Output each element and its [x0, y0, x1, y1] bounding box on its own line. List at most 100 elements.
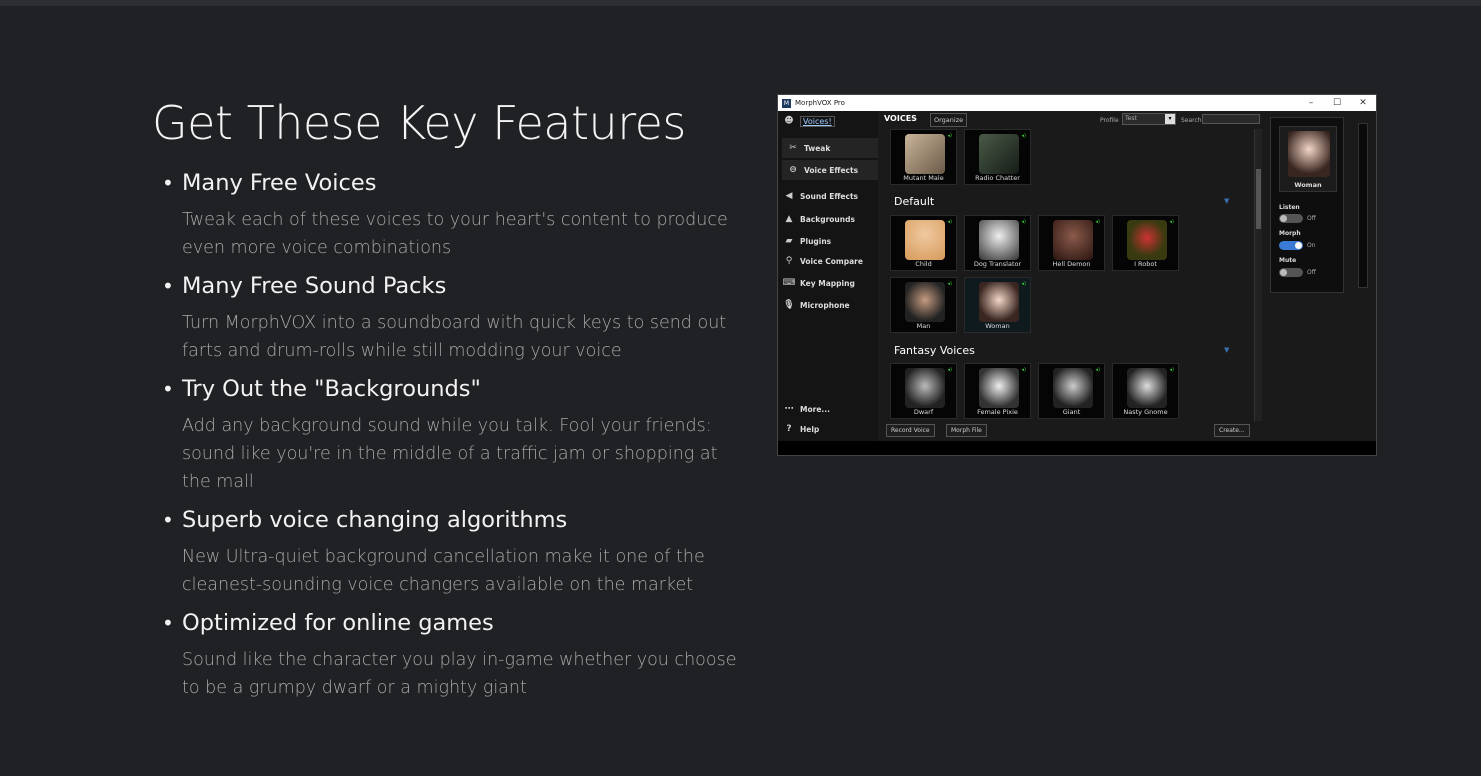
morph-file-button[interactable]: Morph File: [946, 424, 987, 437]
sidebar-item-label: Key Mapping: [800, 278, 855, 288]
signal-icon: ◂): [947, 281, 952, 287]
sidebar-item-voice-compare[interactable]: ⚲ Voice Compare: [778, 251, 863, 271]
minimize-icon[interactable]: –: [1298, 98, 1324, 108]
voice-tile[interactable]: ◂) I Robot: [1112, 215, 1179, 271]
signal-icon: ◂): [1021, 281, 1026, 287]
signal-icon: ◂): [1095, 367, 1100, 373]
microphone-icon: 🎙: [783, 300, 795, 310]
organize-button[interactable]: Organize: [930, 113, 968, 127]
feature-title: Many Free Sound Packs: [182, 271, 762, 301]
mute-toggle[interactable]: [1279, 268, 1303, 277]
listen-toggle[interactable]: [1279, 214, 1303, 223]
sidebar-item-microphone[interactable]: 🎙 Microphone: [778, 295, 850, 315]
scrollbar-thumb[interactable]: [1256, 169, 1261, 229]
voice-tile[interactable]: ◂) Hell Demon: [1038, 215, 1105, 271]
voice-name: Woman: [985, 322, 1010, 330]
voice-status-panel: Woman Listen Off Morph On Mute Off: [1270, 117, 1344, 293]
feature-item: Optimized for online games Sound like th…: [182, 608, 762, 702]
category-fantasy[interactable]: Fantasy Voices: [894, 344, 975, 357]
voice-avatar: [905, 282, 945, 322]
features-section: Get These Key Features Many Free Voices …: [152, 92, 762, 711]
voice-grid: ◂) Mutant Male ◂) Radio Chatter Default …: [884, 129, 1252, 421]
voice-name: Giant: [1062, 408, 1081, 416]
toggle-knob: [1280, 269, 1287, 276]
toggle-knob: [1295, 242, 1302, 249]
voice-tile[interactable]: ◂) Dog Translator: [964, 215, 1031, 271]
current-voice-name: Woman: [1294, 181, 1322, 189]
sidebar-item-voices[interactable]: ☻ Voices!: [778, 111, 835, 131]
signal-icon: ◂): [1021, 367, 1026, 373]
listen-state: Off: [1307, 215, 1316, 222]
voice-avatar: [1053, 368, 1093, 408]
voice-actions: Record Voice Morph File Create...: [884, 423, 1264, 439]
sidebar-item-label: Voice Compare: [800, 256, 863, 266]
sidebar-item-tweak[interactable]: ✂ Tweak: [782, 138, 878, 158]
more-icon: ⋯: [784, 404, 794, 414]
voice-name: Nasty Gnome: [1123, 408, 1168, 416]
chevron-down-icon[interactable]: ▼: [1224, 346, 1229, 354]
voice-avatar: [1053, 220, 1093, 260]
app-body: ☻ Voices! ✂ Tweak ⊖ Voice Effects ◀ Soun…: [778, 111, 1376, 441]
window-titlebar: M MorphVOX Pro – ☐ ✕: [778, 95, 1376, 111]
voice-tile[interactable]: ◂) Mutant Male: [890, 129, 957, 185]
feature-description: Sound like the character you play in-gam…: [182, 650, 737, 698]
sidebar-item-key-mapping[interactable]: ⌨ Key Mapping: [778, 273, 855, 293]
sidebar-item-label: Microphone: [800, 300, 850, 310]
keyboard-icon: ⌨: [782, 278, 796, 288]
signal-icon: ◂): [1169, 219, 1174, 225]
current-voice-card: Woman: [1279, 126, 1337, 192]
voice-avatar: [905, 220, 945, 260]
sidebar-item-label: Sound Effects: [800, 191, 858, 201]
voice-tile[interactable]: ◂) Giant: [1038, 363, 1105, 419]
voice-name: Radio Chatter: [975, 174, 1020, 182]
profile-select[interactable]: Test ▾: [1122, 113, 1176, 125]
feature-title: Many Free Voices: [182, 168, 762, 198]
signal-icon: ◂): [1169, 367, 1174, 373]
morph-toggle[interactable]: [1279, 241, 1303, 250]
voice-tile[interactable]: ◂) Dwarf: [890, 363, 957, 419]
mute-label: Mute: [1279, 257, 1297, 264]
mute-state: Off: [1307, 269, 1316, 276]
close-icon[interactable]: ✕: [1350, 98, 1376, 108]
voice-avatar: [1127, 220, 1167, 260]
voice-avatar: [1127, 368, 1167, 408]
voice-avatar: [905, 368, 945, 408]
create-button[interactable]: Create...: [1214, 424, 1250, 437]
feature-title: Superb voice changing algorithms: [182, 505, 762, 535]
feature-list: Many Free Voices Tweak each of these voi…: [152, 168, 762, 702]
sidebar-item-label: Plugins: [800, 236, 832, 246]
chevron-down-icon[interactable]: ▼: [1224, 197, 1229, 205]
maximize-icon[interactable]: ☐: [1324, 98, 1350, 108]
voice-avatar: [979, 134, 1019, 174]
search-input[interactable]: [1202, 114, 1260, 124]
plugin-icon: ▰: [785, 236, 793, 246]
voice-tile[interactable]: ◂) Nasty Gnome: [1112, 363, 1179, 419]
tools-icon: ✂: [789, 143, 797, 153]
sidebar-item-voice-effects[interactable]: ⊖ Voice Effects: [782, 160, 878, 180]
profile-label: Profile: [1100, 117, 1119, 124]
voice-tile[interactable]: ◂) Man: [890, 277, 957, 333]
category-default[interactable]: Default: [894, 195, 934, 208]
voices-panel: VOICES Organize Profile Test ▾ Search ◂)…: [880, 111, 1264, 441]
signal-icon: ◂): [947, 367, 952, 373]
sidebar: ☻ Voices! ✂ Tweak ⊖ Voice Effects ◀ Soun…: [778, 111, 878, 441]
volume-meter: [1358, 123, 1368, 288]
voice-tile[interactable]: ◂) Radio Chatter: [964, 129, 1031, 185]
sidebar-item-backgrounds[interactable]: ▲ Backgrounds: [778, 209, 855, 229]
sidebar-item-help[interactable]: ? Help: [778, 419, 819, 439]
voice-tile-selected[interactable]: ◂) Woman: [964, 277, 1031, 333]
voice-tile[interactable]: ◂) Child: [890, 215, 957, 271]
window-title: MorphVOX Pro: [795, 99, 845, 107]
voice-avatar: [979, 368, 1019, 408]
speaker-icon: ◀: [785, 191, 793, 201]
voice-tile[interactable]: ◂) Female Pixie: [964, 363, 1031, 419]
sidebar-item-sound-effects[interactable]: ◀ Sound Effects: [778, 186, 858, 206]
signal-icon: ◂): [947, 133, 952, 139]
voice-scrollbar[interactable]: [1254, 129, 1262, 421]
feature-item: Many Free Voices Tweak each of these voi…: [182, 168, 762, 262]
feature-description: New Ultra-quiet background cancellation …: [182, 547, 705, 595]
sidebar-item-plugins[interactable]: ▰ Plugins: [778, 231, 832, 251]
record-voice-button[interactable]: Record Voice: [886, 424, 935, 437]
profile-value: Test: [1125, 115, 1137, 122]
sidebar-item-more[interactable]: ⋯ More...: [778, 399, 830, 419]
